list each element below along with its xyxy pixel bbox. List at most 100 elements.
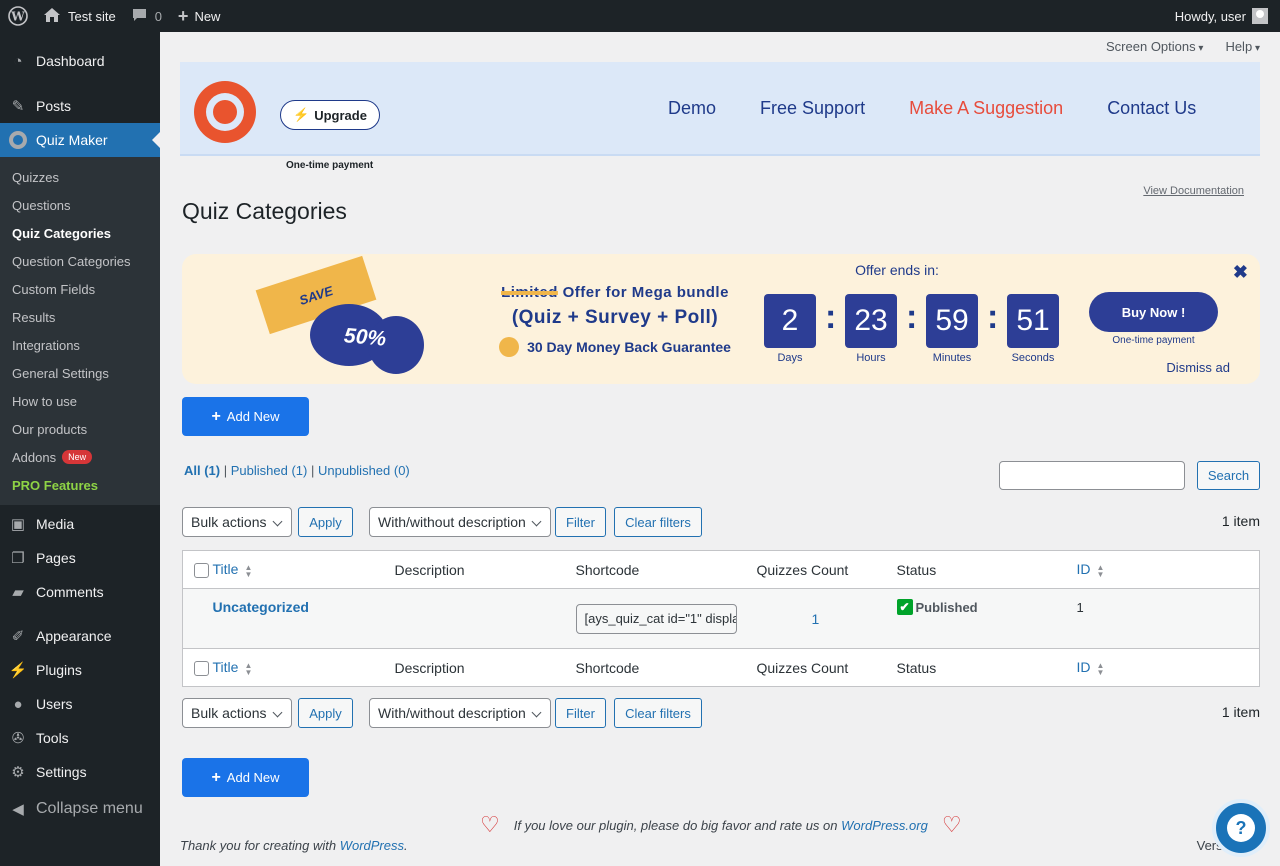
avatar	[1252, 8, 1268, 24]
menu-settings[interactable]: ⚙ Settings	[0, 755, 160, 789]
contact-us-link[interactable]: Contact Us	[1107, 98, 1196, 119]
clear-filters-button[interactable]: Clear filters	[614, 698, 702, 728]
howdy-text: Howdy, user	[1174, 8, 1246, 24]
filter-button[interactable]: Filter	[555, 698, 606, 728]
column-title[interactable]: Title ▲ ▼	[212, 550, 395, 589]
menu-comments[interactable]: ▰ Comments	[0, 575, 160, 609]
menu-label: Pages	[36, 550, 76, 566]
plugin-header: ⚡ Upgrade One-time payment Demo Free Sup…	[180, 62, 1260, 171]
filter-button[interactable]: Filter	[555, 507, 606, 537]
description-filter-select[interactable]: With/without description	[369, 507, 551, 537]
column-id[interactable]: ID ▲ ▼	[1076, 550, 1260, 589]
description-filter-select[interactable]: With/without description	[369, 698, 551, 728]
make-suggestion-link[interactable]: Make A Suggestion	[909, 98, 1063, 119]
rate-us-footer: ♡ If you love our plugin, please do big …	[480, 812, 962, 838]
search-button[interactable]: Search	[1197, 461, 1260, 490]
view-unpublished-link[interactable]: Unpublished (0)	[318, 463, 410, 478]
rate-text: If you love our plugin, please do big fa…	[514, 818, 928, 833]
dismiss-ad-link[interactable]: Dismiss ad	[1166, 360, 1230, 375]
site-name-link[interactable]: Test site	[36, 0, 124, 32]
wordpress-logo-icon[interactable]: W	[0, 0, 36, 32]
menu-dashboard[interactable]: ◔ Dashboard	[0, 44, 160, 78]
column-id-label[interactable]: ID	[1077, 561, 1091, 577]
help-chat-button[interactable]: ?	[1212, 799, 1270, 857]
view-documentation-link[interactable]: View Documentation	[1143, 185, 1244, 197]
comments-link[interactable]: 0	[124, 0, 170, 32]
submenu-pro-features[interactable]: PRO Features	[0, 471, 160, 499]
menu-users[interactable]: ● Users	[0, 687, 160, 721]
select-all-checkbox[interactable]	[194, 563, 209, 578]
comments-count: 0	[154, 8, 162, 24]
menu-media[interactable]: ▣ Media	[0, 507, 160, 541]
buy-onetime-note: One-time payment	[1112, 335, 1195, 346]
add-new-button[interactable]: + Add New	[182, 397, 309, 436]
column-title[interactable]: Title ▲ ▼	[212, 648, 395, 687]
category-title-link[interactable]: Uncategorized	[213, 599, 309, 615]
new-content-link[interactable]: + New	[170, 0, 229, 32]
submenu-general-settings[interactable]: General Settings	[0, 359, 160, 387]
search-input[interactable]	[999, 461, 1185, 490]
question-icon: ?	[1227, 814, 1255, 842]
column-title-label[interactable]: Title	[213, 659, 239, 675]
quiz-maker-logo	[194, 81, 256, 143]
countdown-colon: :	[906, 298, 918, 336]
bulk-actions-select[interactable]: Bulk actions	[182, 507, 292, 537]
upgrade-button[interactable]: ⚡ Upgrade	[280, 100, 380, 130]
quizzes-count-link[interactable]: 1	[812, 611, 820, 627]
menu-label: Appearance	[36, 628, 112, 644]
submenu-addons[interactable]: Addons New	[0, 443, 160, 471]
clear-filters-button[interactable]: Clear filters	[614, 507, 702, 537]
countdown-value: 2	[764, 294, 816, 348]
column-title-label[interactable]: Title	[213, 561, 239, 577]
free-support-link[interactable]: Free Support	[760, 98, 865, 119]
addons-label: Addons	[12, 449, 57, 465]
close-icon[interactable]: ✖	[1233, 262, 1248, 283]
demo-link[interactable]: Demo	[668, 98, 716, 119]
apply-button[interactable]: Apply	[298, 698, 353, 728]
submenu-how-to-use[interactable]: How to use	[0, 387, 160, 415]
menu-label: Quiz Maker	[36, 132, 108, 148]
wrench-icon: ✇	[11, 730, 25, 747]
my-account[interactable]: Howdy, user	[1175, 8, 1280, 24]
user-icon: ●	[13, 695, 23, 713]
countdown-days: 2 Days	[764, 294, 816, 364]
submenu-custom-fields[interactable]: Custom Fields	[0, 275, 160, 303]
menu-quiz-maker[interactable]: Quiz Maker	[0, 123, 160, 157]
shortcode-field[interactable]: [ays_quiz_cat id="1" display="all"]	[575, 603, 737, 634]
select-all-checkbox[interactable]	[194, 661, 209, 676]
menu-label: Users	[36, 696, 73, 712]
submenu-question-categories[interactable]: Question Categories	[0, 247, 160, 275]
wordpress-link[interactable]: WordPress	[340, 838, 404, 853]
help-button[interactable]: Help	[1225, 39, 1260, 54]
menu-pages[interactable]: ❐ Pages	[0, 541, 160, 575]
discount-percent: 50%	[343, 324, 387, 351]
column-id-label[interactable]: ID	[1077, 659, 1091, 675]
submenu-results[interactable]: Results	[0, 303, 160, 331]
bulk-actions-select[interactable]: Bulk actions	[182, 698, 292, 728]
submenu-quizzes[interactable]: Quizzes	[0, 163, 160, 191]
rate-link[interactable]: WordPress.org	[841, 818, 928, 833]
column-shortcode: Shortcode	[575, 550, 757, 589]
view-all-link[interactable]: All (1)	[184, 463, 220, 478]
view-published-link[interactable]: Published (1)	[231, 463, 308, 478]
plus-icon: +	[177, 5, 189, 26]
onetime-payment-note: One-time payment	[286, 160, 374, 171]
submenu-our-products[interactable]: Our products	[0, 415, 160, 443]
menu-label: Collapse menu	[36, 800, 143, 817]
countdown-label: Seconds	[1011, 352, 1055, 364]
offer-headline: Limited Offer for Mega bundle	[496, 284, 734, 301]
submenu-questions[interactable]: Questions	[0, 191, 160, 219]
menu-appearance[interactable]: ✐ Appearance	[0, 619, 160, 653]
apply-button[interactable]: Apply	[298, 507, 353, 537]
menu-plugins[interactable]: ⚡ Plugins	[0, 653, 160, 687]
submenu-integrations[interactable]: Integrations	[0, 331, 160, 359]
submenu-quiz-categories[interactable]: Quiz Categories	[0, 219, 160, 247]
column-id[interactable]: ID ▲ ▼	[1076, 648, 1260, 687]
collapse-menu[interactable]: ◀ Collapse menu	[0, 789, 160, 829]
menu-label: Posts	[36, 98, 72, 114]
menu-posts[interactable]: ✎ Posts	[0, 89, 160, 123]
add-new-button[interactable]: + Add New	[182, 758, 309, 797]
buy-now-button[interactable]: Buy Now !	[1089, 292, 1218, 332]
menu-tools[interactable]: ✇ Tools	[0, 721, 160, 755]
screen-options-button[interactable]: Screen Options	[1106, 39, 1203, 54]
